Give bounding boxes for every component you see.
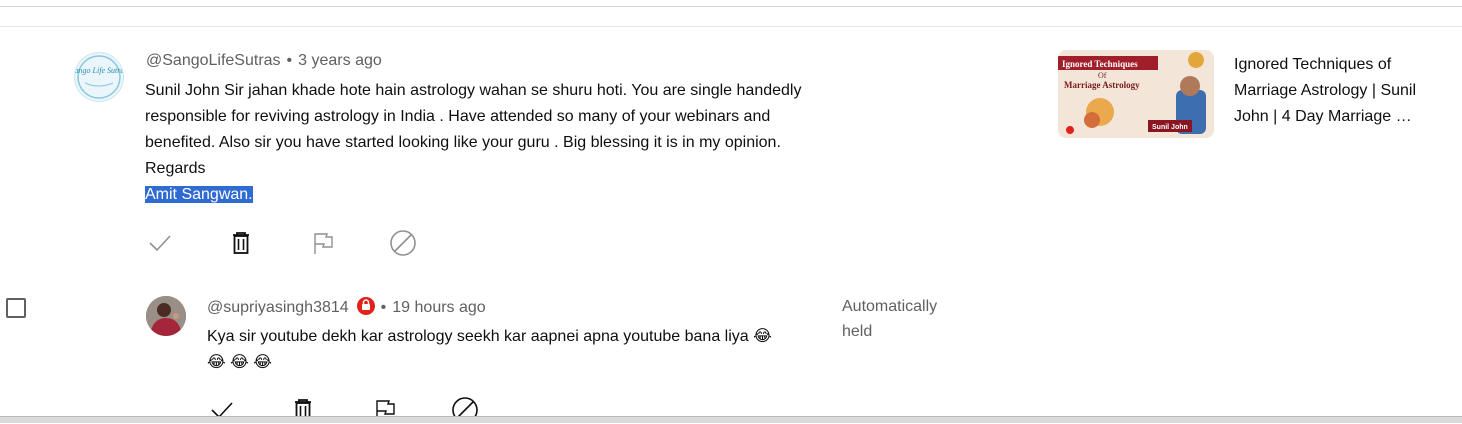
- comment-line: benefited. Also sir you have started loo…: [145, 134, 781, 151]
- comment-line: Kya sir youtube dekh kar astrology seekh…: [207, 328, 772, 345]
- comment-meta: @supriyasingh3814 • 19 hours ago: [207, 297, 486, 317]
- flag-button[interactable]: [309, 229, 337, 257]
- comment-line: 😂 😂 😂: [207, 354, 272, 371]
- thumb-name: Sunil John: [1152, 124, 1188, 131]
- block-button[interactable]: [389, 229, 417, 257]
- thumb-sub: Marriage Astrology: [1064, 80, 1140, 90]
- comment-time[interactable]: 19 hours ago: [392, 299, 485, 316]
- avatar[interactable]: [146, 296, 186, 336]
- comment-line: Sunil John Sir jahan khade hote hain ast…: [145, 82, 802, 99]
- delete-icon: [233, 232, 249, 254]
- meta-separator: •: [380, 299, 387, 316]
- video-title[interactable]: Ignored Techniques of Marriage Astrology…: [1234, 52, 1444, 130]
- comment-author[interactable]: @supriyasingh3814: [207, 299, 349, 316]
- flag-icon: [314, 233, 333, 254]
- select-comment-checkbox[interactable]: [6, 298, 26, 318]
- comment-author[interactable]: @SangoLifeSutras: [146, 52, 281, 69]
- comment-text: Sunil John Sir jahan khade hote hain ast…: [145, 78, 801, 208]
- thumbnail-image-icon: Ignored Techniques Of Marriage Astrology…: [1058, 50, 1214, 138]
- held-status: Automatically held: [842, 298, 938, 340]
- comment-meta: @SangoLifeSutras • 3 years ago: [146, 52, 382, 70]
- comment-line: Regards: [145, 160, 206, 177]
- avatar-text: Sango Life Sutras: [75, 66, 123, 75]
- approve-icon: [149, 235, 171, 252]
- video-thumbnail[interactable]: Ignored Techniques Of Marriage Astrology…: [1058, 50, 1214, 138]
- comment-text: Kya sir youtube dekh kar astrology seekh…: [207, 324, 772, 376]
- block-icon: [390, 230, 416, 256]
- thumb-heading: Ignored Techniques: [1062, 59, 1138, 69]
- top-divider: [0, 6, 1462, 7]
- meta-separator: •: [286, 52, 293, 69]
- comment-line: responsible for reviving astrology in In…: [145, 108, 771, 125]
- user-photo-icon: [146, 296, 186, 336]
- delete-button[interactable]: [227, 229, 255, 257]
- selected-text: Amit Sangwan.: [145, 186, 253, 203]
- comment-time[interactable]: 3 years ago: [298, 52, 382, 69]
- channel-logo-icon: Sango Life Sutras: [75, 55, 123, 99]
- avatar[interactable]: Sango Life Sutras: [74, 52, 124, 102]
- thumb-of: Of: [1098, 71, 1107, 80]
- section-divider: [0, 26, 1462, 27]
- approve-button[interactable]: [146, 229, 174, 257]
- member-badge-icon: [356, 297, 375, 315]
